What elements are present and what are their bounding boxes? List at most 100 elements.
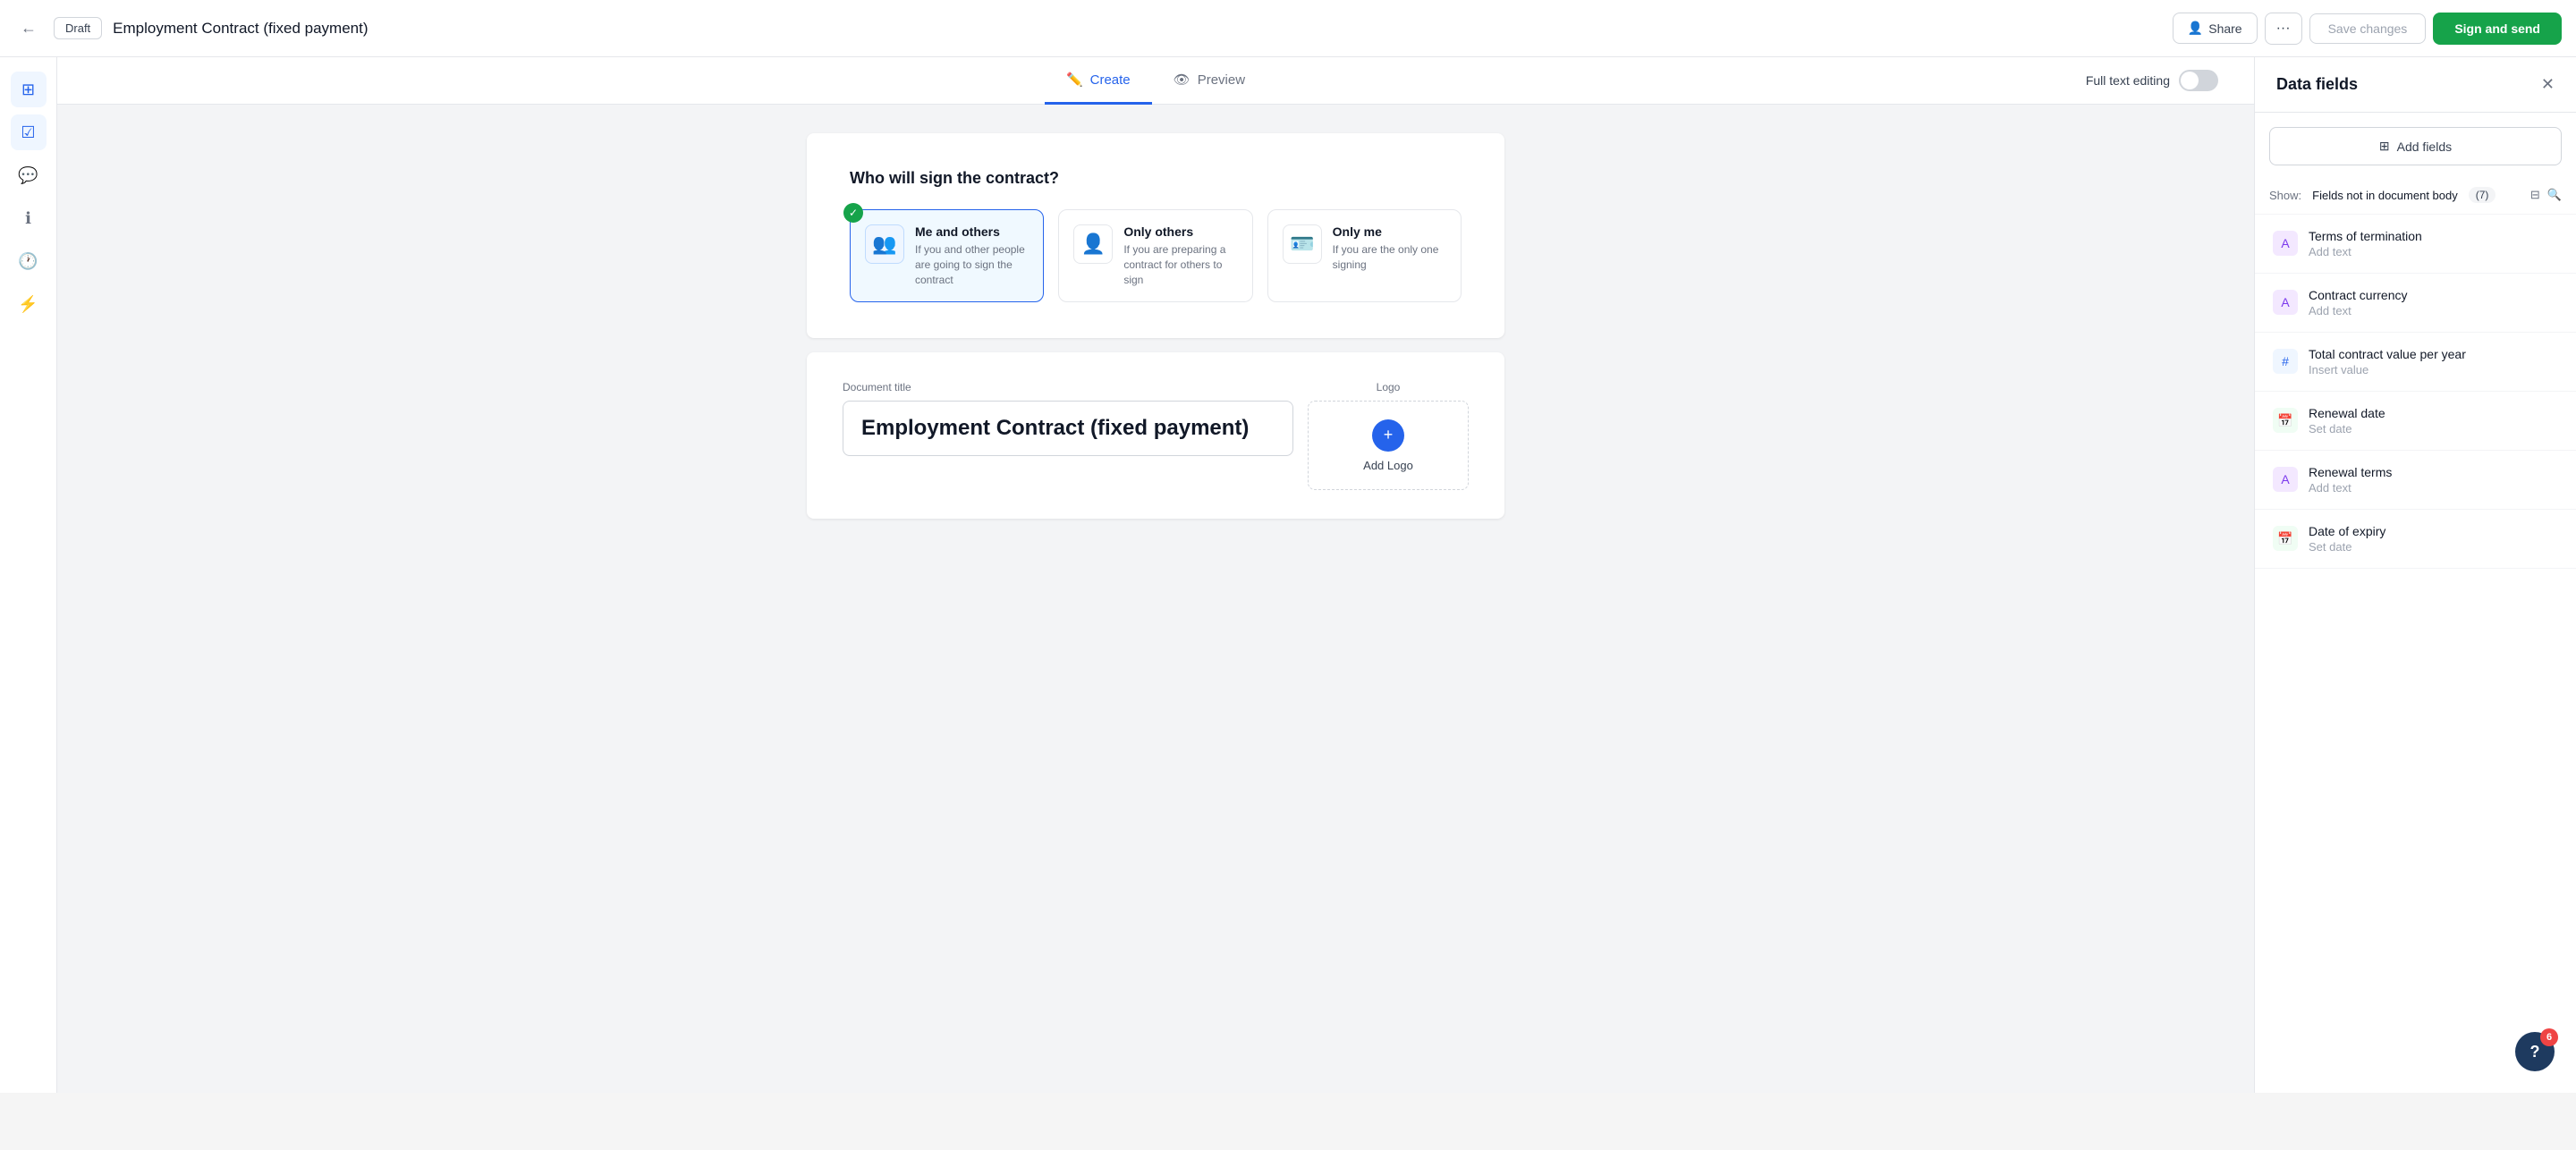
field-item-total-contract-value[interactable]: # Total contract value per year Insert v… [2255,333,2576,392]
show-filter: Show: Fields not in document body (7) ⊟ … [2255,180,2576,215]
add-fields-label: Add fields [2397,140,2452,154]
share-label: Share [2208,21,2241,36]
right-panel: Data fields ✕ ⊞ Add fields Show: Fields … [2254,57,2576,1093]
comment-icon: 💬 [18,166,38,185]
full-text-toggle-switch[interactable] [2179,70,2218,91]
filter-icons: ⊟ 🔍 [2530,188,2562,202]
date-of-expiry-name: Date of expiry [2309,524,2385,538]
draft-badge: Draft [54,17,102,39]
sidebar-icon-zap[interactable]: ⚡ [11,286,47,322]
main-layout: ⊞ ☑ 💬 ℹ 🕐 ⚡ ✏️ Create 👁 Preview [0,57,2576,1093]
left-sidebar: ⊞ ☑ 💬 ℹ 🕐 ⚡ [0,57,57,1093]
renewal-terms-content: Renewal terms Add text [2309,465,2392,495]
document-title: Employment Contract (fixed payment) [113,20,2162,38]
tab-preview[interactable]: 👁 Preview [1152,57,1267,105]
logo-upload-text: Add Logo [1363,459,1413,472]
create-tab-label: Create [1090,72,1131,88]
help-badge[interactable]: 6 ? [2515,1032,2555,1071]
logo-upload-area[interactable]: + Add Logo [1308,401,1469,490]
only-others-icon: 👤 [1073,224,1113,264]
terms-of-termination-icon: A [2273,231,2298,256]
panel-close-button[interactable]: ✕ [2541,75,2555,94]
content-area: ✏️ Create 👁 Preview Full text editing Wh… [57,57,2254,1093]
more-button[interactable]: ··· [2265,13,2302,45]
document-form-card: Document title Logo + Add Logo [807,352,1504,519]
share-button[interactable]: 👤 Share [2173,13,2258,44]
panel-title: Data fields [2276,75,2358,94]
renewal-date-action[interactable]: Set date [2309,422,2385,435]
field-item-contract-currency[interactable]: A Contract currency Add text [2255,274,2576,333]
contract-currency-action[interactable]: Add text [2309,304,2407,317]
only-me-text: Only me If you are the only one signing [1333,224,1446,273]
signer-option-only-others[interactable]: 👤 Only others If you are preparing a con… [1058,209,1252,302]
layout-icon: ⊞ [21,80,35,99]
terms-of-termination-action[interactable]: Add text [2309,245,2422,258]
terms-of-termination-content: Terms of termination Add text [2309,229,2422,258]
contract-currency-content: Contract currency Add text [2309,288,2407,317]
me-and-others-icon: 👥 [865,224,904,264]
only-others-desc: If you are preparing a contract for othe… [1123,242,1237,287]
total-contract-value-content: Total contract value per year Insert val… [2309,347,2466,376]
tab-create[interactable]: ✏️ Create [1045,57,1152,105]
only-others-title: Only others [1123,224,1237,239]
doc-title-input[interactable] [843,401,1293,456]
signer-options: ✓ 👥 Me and others If you and other peopl… [850,209,1462,302]
field-item-renewal-date[interactable]: 📅 Renewal date Set date [2255,392,2576,451]
date-of-expiry-icon: 📅 [2273,526,2298,551]
logo-section: Logo + Add Logo [1308,381,1469,490]
add-fields-button[interactable]: ⊞ Add fields [2269,127,2562,165]
only-others-text: Only others If you are preparing a contr… [1123,224,1237,287]
sidebar-icon-info[interactable]: ℹ [11,200,47,236]
show-filter-label: Show: [2269,189,2301,202]
full-text-editing-toggle: Full text editing [2086,70,2218,91]
renewal-date-content: Renewal date Set date [2309,406,2385,435]
field-item-renewal-terms[interactable]: A Renewal terms Add text [2255,451,2576,510]
history-icon: 🕐 [18,252,38,271]
sidebar-icon-history[interactable]: 🕐 [11,243,47,279]
sidebar-icon-layout[interactable]: ⊞ [11,72,47,107]
me-and-others-text: Me and others If you and other people ar… [915,224,1029,287]
renewal-terms-action[interactable]: Add text [2309,481,2392,495]
show-filter-count: (7) [2469,187,2496,203]
full-text-editing-label: Full text editing [2086,73,2170,88]
signer-section-title: Who will sign the contract? [850,169,1462,188]
preview-tab-label: Preview [1198,72,1245,88]
document-container: Who will sign the contract? ✓ 👥 Me and o… [807,133,1504,533]
me-and-others-desc: If you and other people are going to sig… [915,242,1029,287]
renewal-terms-icon: A [2273,467,2298,492]
logo-upload-icon: + [1372,419,1404,452]
sidebar-icon-check[interactable]: ☑ [11,114,47,150]
sidebar-icon-comment[interactable]: 💬 [11,157,47,193]
total-contract-value-action[interactable]: Insert value [2309,363,2466,376]
back-button[interactable]: ← [14,14,43,43]
header-actions: 👤 Share ··· Save changes Sign and send [2173,13,2562,45]
search-icon[interactable]: 🔍 [2547,188,2562,202]
pencil-icon: ✏️ [1066,72,1083,88]
save-button[interactable]: Save changes [2309,13,2427,44]
share-icon: 👤 [2188,21,2203,36]
signer-option-only-me[interactable]: 🪪 Only me If you are the only one signin… [1267,209,1462,302]
signer-option-me-and-others[interactable]: ✓ 👥 Me and others If you and other peopl… [850,209,1044,302]
field-item-terms-of-termination[interactable]: A Terms of termination Add text [2255,215,2576,274]
signer-selection-card: Who will sign the contract? ✓ 👥 Me and o… [807,133,1504,338]
date-of-expiry-action[interactable]: Set date [2309,540,2385,554]
filter-icon[interactable]: ⊟ [2530,188,2540,202]
info-icon: ℹ [25,209,31,228]
doc-form-header: Document title Logo + Add Logo [807,352,1504,519]
field-item-date-of-expiry[interactable]: 📅 Date of expiry Set date [2255,510,2576,569]
panel-header: Data fields ✕ [2255,57,2576,113]
show-filter-value[interactable]: Fields not in document body [2312,189,2458,202]
sign-send-button[interactable]: Sign and send [2433,13,2562,45]
terms-of-termination-name: Terms of termination [2309,229,2422,243]
date-of-expiry-content: Date of expiry Set date [2309,524,2385,554]
contract-currency-name: Contract currency [2309,288,2407,302]
renewal-date-icon: 📅 [2273,408,2298,433]
selected-checkmark: ✓ [843,203,863,223]
logo-label: Logo [1308,381,1469,393]
renewal-terms-name: Renewal terms [2309,465,2392,479]
tab-bar: ✏️ Create 👁 Preview Full text editing [57,57,2254,105]
doc-title-section: Document title [843,381,1293,490]
me-and-others-title: Me and others [915,224,1029,239]
eye-icon: 👁 [1174,72,1191,88]
fields-list: A Terms of termination Add text A Contra… [2255,215,2576,1093]
